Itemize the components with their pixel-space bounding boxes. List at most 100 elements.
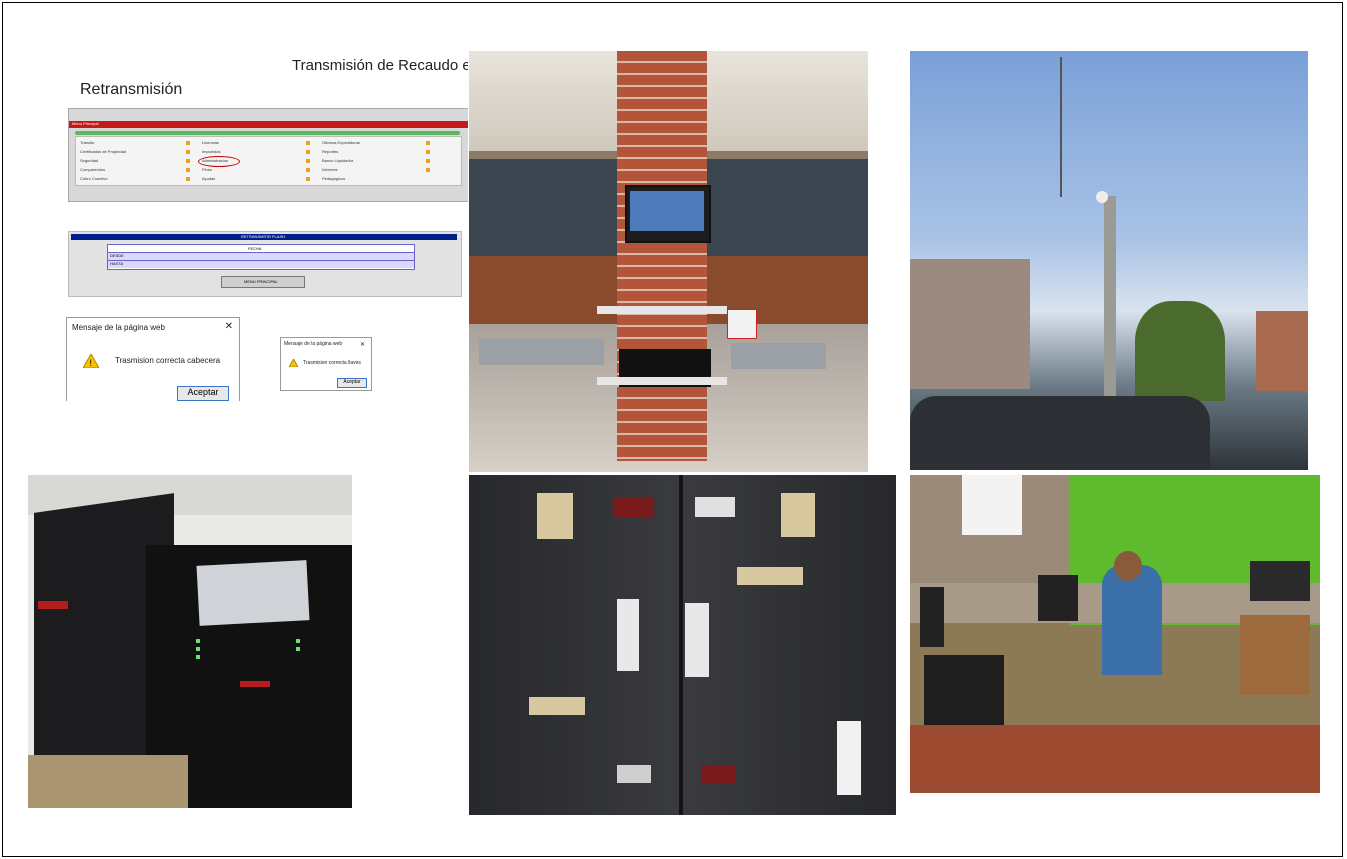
close-icon[interactable]: ✕ xyxy=(225,321,233,332)
accept-button[interactable]: Aceptar xyxy=(337,378,367,388)
transmission-title: Transmisión de Recaudo en xyxy=(292,57,468,74)
menu-grid: Tránsito Certificados de Propiedad Segur… xyxy=(75,136,462,186)
menu-item[interactable]: Certificados de Propiedad xyxy=(80,149,126,154)
warning-icon: ! xyxy=(83,354,99,368)
battery-terminal xyxy=(613,497,653,517)
date-range-box: FECHA DESDE HASTA xyxy=(107,244,415,270)
menu-item[interactable]: Pedagógicos xyxy=(322,176,345,181)
car xyxy=(910,396,1210,470)
menu-item[interactable]: Licencias xyxy=(202,140,219,145)
dialog-title: Mensaje de la página web xyxy=(284,341,343,347)
folder-icon xyxy=(186,177,190,181)
retransmit-title-bar: RETRANSMITIR FLASH xyxy=(71,234,457,240)
tile-floor xyxy=(910,725,1320,793)
folder-icon xyxy=(306,141,310,145)
menu-item[interactable]: Ayudas xyxy=(202,176,215,181)
svg-text:!: ! xyxy=(90,358,93,368)
folder-icon xyxy=(426,141,430,145)
menu-item[interactable]: Informes xyxy=(322,167,338,172)
menu-green-bar xyxy=(75,131,460,135)
to-row: HASTA xyxy=(108,260,414,268)
dialog-keys-success: Mensaje de la página web ✕ Trasmision co… xyxy=(280,337,372,391)
barcode-label xyxy=(837,721,861,795)
to-label: HASTA xyxy=(110,261,124,266)
paper-sheet xyxy=(196,560,310,626)
handwritten-label xyxy=(617,599,639,671)
building xyxy=(910,259,1030,389)
cable xyxy=(1060,57,1062,197)
tree xyxy=(1135,301,1225,401)
menu-item[interactable]: Cobro Coactivo xyxy=(80,176,108,181)
menu-item[interactable]: Seguridad xyxy=(80,158,98,163)
shelf xyxy=(597,377,727,385)
menu-item[interactable]: Impuestos xyxy=(202,149,220,154)
accept-button[interactable]: Aceptar xyxy=(177,386,229,401)
date-header: FECHA xyxy=(248,246,262,251)
menu-item[interactable]: Reportes xyxy=(322,149,338,154)
retransmit-form-screenshot: RETRANSMITIR FLASH FECHA DESDE HASTA MEN… xyxy=(68,231,462,297)
dialog-message: Trasmision correcta cabecera xyxy=(115,356,221,365)
camera-icon xyxy=(1096,191,1108,203)
dialog-title: Mensaje de la página web xyxy=(72,323,165,332)
folder-icon xyxy=(426,168,430,172)
from-label: DESDE xyxy=(110,253,124,258)
folder-icon xyxy=(186,150,190,154)
printer xyxy=(1250,561,1310,601)
apc-logo xyxy=(38,601,68,609)
folder-icon xyxy=(306,177,310,181)
folder-icon xyxy=(426,150,430,154)
folder-icon xyxy=(306,168,310,172)
dialog-header-success: Mensaje de la página web ✕ ! Trasmision … xyxy=(66,317,240,401)
folder-icon xyxy=(186,159,190,163)
tape-label xyxy=(781,493,815,537)
handwritten-label xyxy=(685,603,709,677)
menu-item[interactable]: Oficinas Expedidoras xyxy=(322,140,360,145)
retransmit-title: RETRANSMITIR FLASH xyxy=(241,234,286,239)
cardboard-box xyxy=(28,755,188,808)
brick-column xyxy=(617,51,707,461)
main-menu-label: MENU PRINCIPAL xyxy=(244,279,278,284)
battery-divider xyxy=(679,475,683,815)
warning-icon xyxy=(289,359,298,367)
battery-terminal xyxy=(695,497,735,517)
transmission-screenshots-panel: Transmisión de Recaudo en Retransmisión … xyxy=(28,51,468,401)
menu-item[interactable]: Banco Liquidador xyxy=(322,158,353,163)
menu-item[interactable]: Comparendos xyxy=(80,167,105,172)
menu-title-bar: Menu Principal xyxy=(69,121,468,128)
main-menu-button[interactable]: MENU PRINCIPAL xyxy=(221,276,305,288)
folder-icon xyxy=(186,168,190,172)
apc-ups-units-photo xyxy=(28,475,352,808)
shelf xyxy=(597,306,727,314)
menu-item[interactable]: Pines xyxy=(202,167,212,172)
dialog-message: Trasmision correcta llaves xyxy=(303,360,361,366)
lobby-kiosk-photo xyxy=(469,51,868,472)
folder-icon xyxy=(306,150,310,154)
person xyxy=(1102,565,1162,675)
from-row: DESDE xyxy=(108,252,414,260)
person-head xyxy=(1114,551,1142,581)
office-workstation-photo xyxy=(910,475,1320,793)
menu-title: Menu Principal xyxy=(72,121,99,126)
tape-label xyxy=(537,493,573,539)
monitor xyxy=(1038,575,1078,621)
status-leds xyxy=(196,639,200,643)
bench xyxy=(479,339,604,365)
building xyxy=(1256,311,1308,391)
cabinet xyxy=(1240,615,1310,695)
tape-label xyxy=(737,567,803,585)
highlight-circle xyxy=(198,156,240,167)
retransmission-heading: Retransmisión xyxy=(80,81,183,98)
battery-terminal xyxy=(617,765,651,783)
menu-item[interactable]: Tránsito xyxy=(80,140,94,145)
street-camera-pole-photo xyxy=(910,51,1308,470)
folder-icon xyxy=(426,159,430,163)
monitor xyxy=(625,185,711,243)
info-sign xyxy=(727,309,757,339)
close-icon[interactable]: ✕ xyxy=(360,341,365,348)
ups-battery-packs-photo xyxy=(469,475,896,815)
tape-label xyxy=(529,697,585,715)
main-menu-screenshot: Menu Principal Tránsito Certificados de … xyxy=(68,108,468,202)
folder-icon xyxy=(186,141,190,145)
apc-logo xyxy=(240,681,270,687)
monitor xyxy=(920,587,944,647)
